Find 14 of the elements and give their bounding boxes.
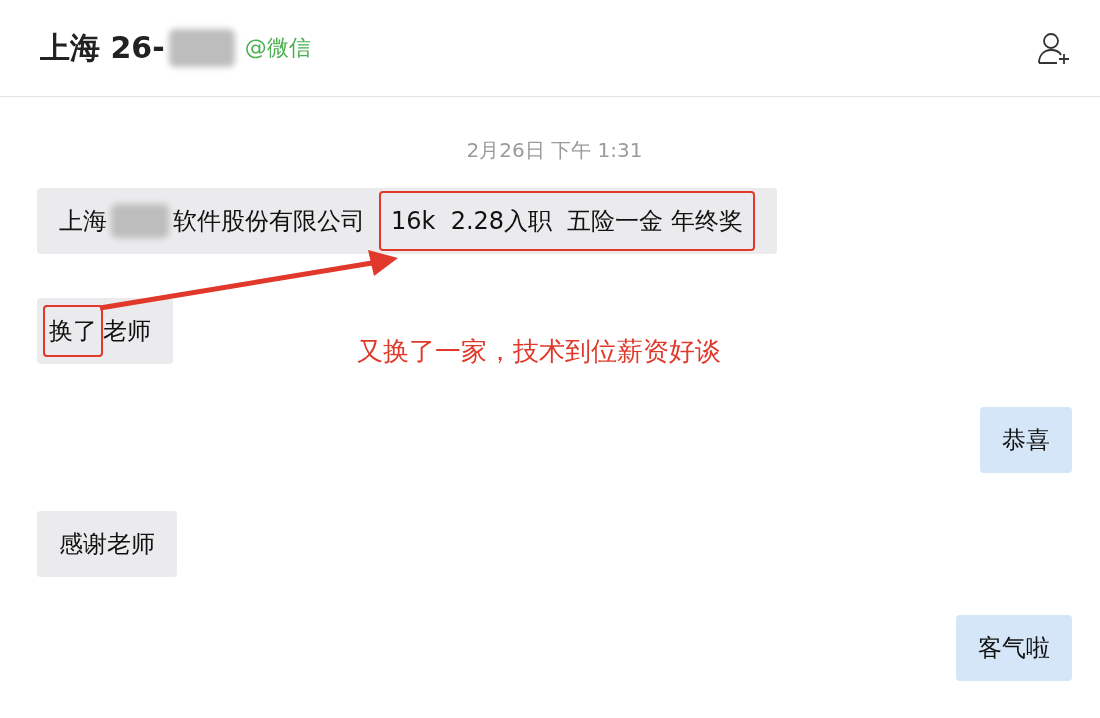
redaction-blur bbox=[111, 204, 169, 238]
message-text: 软件股份有限公司 bbox=[173, 206, 365, 237]
annotation-text: 又换了一家，技术到位薪资好谈 bbox=[357, 335, 721, 368]
chat-source: @微信 bbox=[244, 34, 311, 62]
highlight-box: 换了 bbox=[43, 304, 103, 357]
chat-title: 上海 26- bbox=[40, 28, 165, 67]
message-text: 客气啦 bbox=[978, 633, 1050, 664]
add-contact-icon[interactable] bbox=[1036, 30, 1072, 66]
message-text: 感谢老师 bbox=[59, 529, 155, 560]
timestamp: 2月26日 下午 1:31 bbox=[466, 137, 643, 164]
message-text: 恭喜 bbox=[1002, 425, 1050, 456]
message-text: 老师 bbox=[103, 315, 151, 347]
highlight-box: 16k 2.28入职 五险一金 年终奖 bbox=[379, 191, 756, 251]
message-text: 上海 bbox=[59, 206, 107, 237]
